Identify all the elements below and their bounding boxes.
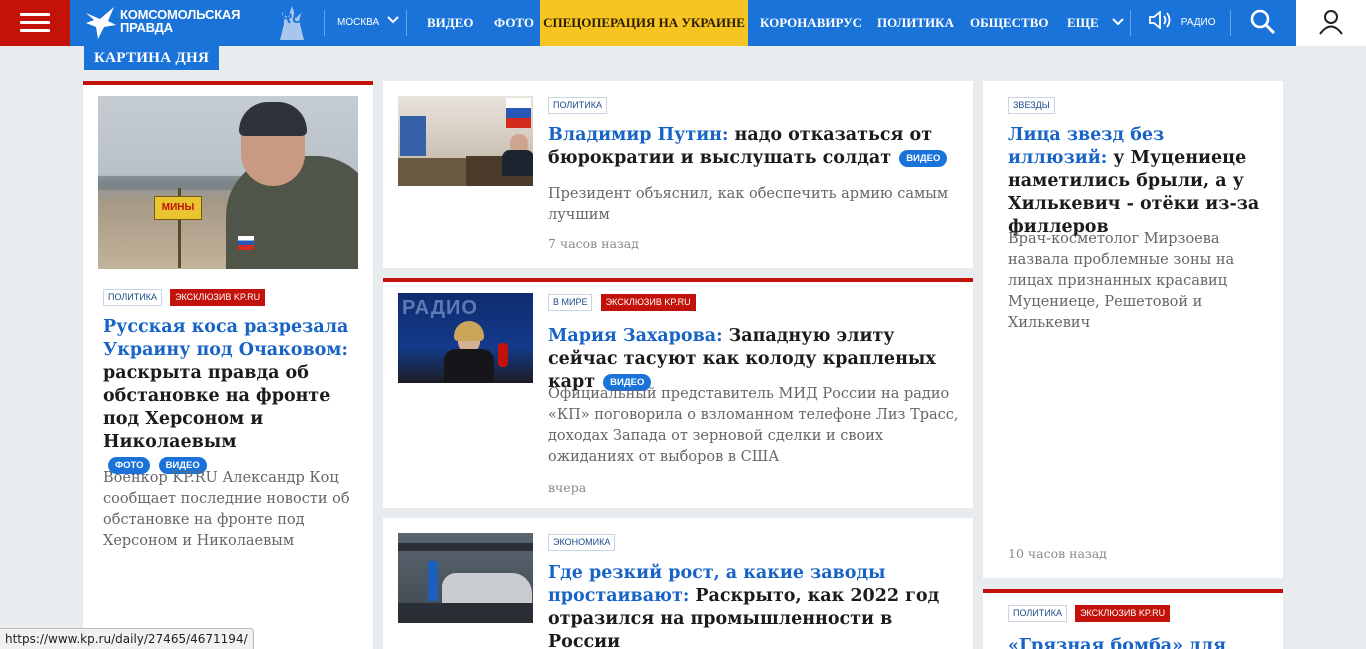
nav-more[interactable]: ЕЩЕ (1067, 0, 1124, 46)
chevron-down-icon (387, 16, 399, 24)
nav-special-operation[interactable]: СПЕЦОПЕРАЦИЯ НА УКРАИНЕ (540, 0, 748, 46)
nav-coronavirus[interactable]: КОРОНАВИРУС (760, 0, 862, 46)
story-card[interactable]: ЭКОНОМИКА Где резкий рост, а какие завод… (383, 518, 973, 649)
side-story-card[interactable]: ЗВЕЗДЫ Лица звезд без иллюзий: у Муцение… (983, 81, 1283, 578)
search-button[interactable] (1250, 9, 1276, 39)
nav-photo[interactable]: ФОТО (494, 0, 534, 46)
story-image[interactable]: РАДИО (398, 293, 533, 383)
side-story-headline[interactable]: «Грязная бомба» для (1008, 635, 1263, 649)
logo-ru-mark: .RU (274, 4, 310, 40)
nav-video[interactable]: ВИДЕО (427, 0, 474, 46)
menu-button[interactable] (0, 0, 70, 46)
main-story-image[interactable]: МИНЫ (98, 96, 358, 269)
speaker-icon (1149, 10, 1171, 30)
exclusive-tag[interactable]: ЭКСКЛЮЗИВ KP.RU (1075, 605, 1171, 622)
story-headline[interactable]: Где резкий рост, а какие заводы простаив… (548, 562, 958, 649)
story-lead: Официальный представитель МИД России на … (548, 386, 959, 465)
main-story-headline[interactable]: Русская коса разрезала Украину под Очако… (103, 316, 365, 477)
profile-button[interactable] (1296, 0, 1366, 46)
warning-sign: МИНЫ (154, 196, 202, 220)
side-story-headline[interactable]: Лица звезд без иллюзий: у Муцениеце наме… (1008, 124, 1263, 239)
nav-society[interactable]: ОБЩЕСТВО (970, 0, 1049, 46)
rubric-tag[interactable]: ПОЛИТИКА (1008, 605, 1067, 622)
user-icon (1319, 10, 1343, 35)
story-image[interactable] (398, 533, 533, 623)
story-image[interactable] (398, 96, 533, 186)
main-story-card[interactable]: МИНЫ ПОЛИТИКА ЭКСКЛЮЗИВ KP.RU Русская ко… (83, 81, 373, 649)
video-badge: ВИДЕО (899, 150, 948, 167)
side-story-lead: Врач-косметолог Мирзоева назвала проблем… (1008, 231, 1235, 331)
rubric-tag[interactable]: В МИРЕ (548, 294, 593, 311)
image-radio-caption: РАДИО (402, 297, 478, 319)
rubric-tag[interactable]: ЭКОНОМИКА (548, 534, 616, 551)
story-lead: Президент объяснил, как обеспечить армию… (548, 186, 949, 223)
status-bar-url: https://www.kp.ru/daily/27465/4671194/ (0, 628, 254, 649)
rubric-tag[interactable]: ПОЛИТИКА (548, 97, 607, 114)
side-story-time: 10 часов назад (1008, 546, 1107, 561)
main-story-tags: ПОЛИТИКА ЭКСКЛЮЗИВ KP.RU (103, 289, 268, 308)
story-headline[interactable]: Владимир Путин: надо отказаться от бюрок… (548, 124, 958, 170)
story-card[interactable]: ПОЛИТИКА Владимир Путин: надо отказаться… (383, 81, 973, 268)
logo-ru-text: .RU (277, 10, 303, 27)
rubric-tag[interactable]: ПОЛИТИКА (103, 289, 162, 306)
radio-button[interactable]: РАДИО (1148, 0, 1216, 46)
nav-politics[interactable]: ПОЛИТИКА (877, 0, 954, 46)
story-time: 7 часов назад (548, 236, 639, 251)
search-icon (1250, 9, 1276, 35)
site-logo[interactable]: КОМСОМОЛЬСКАЯ ПРАВДА .RU (84, 3, 309, 43)
exclusive-tag[interactable]: ЭКСКЛЮЗИВ KP.RU (170, 289, 266, 306)
section-title: КАРТИНА ДНЯ (84, 46, 220, 70)
exclusive-tag[interactable]: ЭКСКЛЮЗИВ KP.RU (600, 294, 696, 311)
rubric-tag[interactable]: ЗВЕЗДЫ (1008, 97, 1055, 114)
story-time: вчера (548, 480, 587, 495)
chevron-down-icon (1112, 18, 1124, 26)
story-card[interactable]: РАДИО В МИРЕ ЭКСКЛЮЗИВ KP.RU Мария Захар… (383, 278, 973, 508)
bird-logo-icon (86, 7, 116, 39)
logo-line2: ПРАВДА (120, 20, 173, 35)
main-story-lead: Военкор KP.RU Александр Коц сообщает пос… (103, 470, 350, 549)
side-story-card[interactable]: ПОЛИТИКА ЭКСКЛЮЗИВ KP.RU «Грязная бомба»… (983, 589, 1283, 649)
city-selector[interactable]: МОСКВА (337, 0, 399, 46)
top-navigation-bar: КОМСОМОЛЬСКАЯ ПРАВДА .RU МОСКВА ВИДЕО ФО… (0, 0, 1366, 46)
